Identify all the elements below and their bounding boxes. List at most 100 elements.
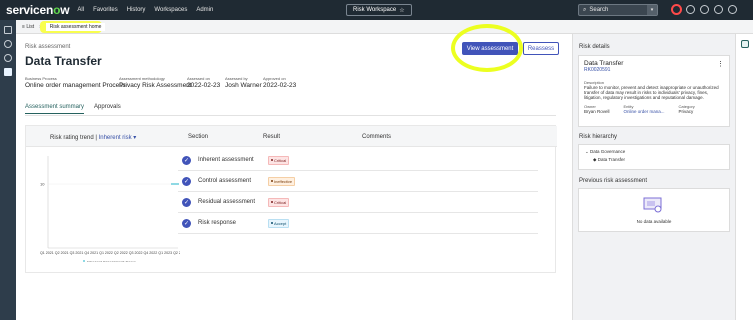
risk-hierarchy-title: Risk hierarchy [579, 134, 618, 140]
result-text: Critical [274, 157, 287, 163]
list-icon[interactable] [4, 68, 12, 76]
section-row[interactable]: ✓ Control assessment Ineffective [178, 171, 538, 192]
hierarchy-root[interactable]: ⌄ Data Governance [585, 149, 723, 155]
owner-value: Bryan Rovell [584, 108, 610, 114]
check-icon: ✓ [182, 155, 191, 165]
no-data-text: No data available [636, 219, 672, 224]
result-text: Accept [274, 220, 287, 226]
workspace-title-button[interactable]: Risk Workspace ☆ [346, 4, 412, 16]
global-search[interactable]: ⌕ Search ▾ [578, 4, 658, 16]
risk-hierarchy-card: ⌄ Data Governance ◆ Data Transfer [578, 144, 730, 170]
meta-label: Approved on [263, 76, 286, 81]
details-panel-icon[interactable] [740, 40, 749, 48]
category-value: Privacy [678, 108, 694, 114]
chart-title: Risk rating trend | Inherent risk ▾ [50, 135, 137, 141]
section-label[interactable]: Control assessment [198, 178, 251, 184]
servicenow-logo[interactable]: servicenow [6, 3, 70, 17]
nav-admin[interactable]: Admin [196, 7, 213, 13]
search-scope-dropdown[interactable]: ▾ [647, 5, 657, 15]
meta-label: Assessed on [187, 76, 210, 81]
nav-workspaces[interactable]: Workspaces [154, 7, 187, 13]
tab-assessment-summary[interactable]: Assessment summary [25, 104, 85, 114]
meta-approved-on: Approved on 2022-02-23 [263, 76, 296, 89]
globe-icon[interactable] [672, 5, 681, 14]
home-icon[interactable] [4, 26, 12, 34]
meta-assessed-by: Assessed by Josh Warner [225, 76, 262, 89]
nav-favorites[interactable]: Favorites [93, 7, 118, 13]
section-label[interactable]: Residual assessment [198, 199, 255, 205]
result-badge: Critical [268, 155, 290, 165]
meta-value: 2022-02-23 [263, 82, 297, 89]
entity-block: Entity Online order mana... [624, 104, 665, 114]
risk-number-link[interactable]: RK0020591 [584, 67, 724, 73]
check-icon: ✓ [182, 218, 191, 228]
owner-block: Owner Bryan Rovell [584, 104, 610, 114]
workspace-tab-bar: ≡ List › Risk assessment home [16, 20, 753, 34]
notifications-icon[interactable] [714, 5, 723, 14]
section-label[interactable]: Inherent assessment [198, 157, 254, 163]
section-label[interactable]: Risk response [198, 220, 236, 226]
previous-assessment-title: Previous risk assessment [579, 178, 648, 184]
panel-header: Risk rating trend | Inherent risk ▾ Sect… [26, 126, 557, 147]
right-sidebar: Risk details Data Transfer RK0020591 ⋮ D… [572, 34, 735, 320]
section-row[interactable]: ✓ Inherent assessment Critical [178, 150, 538, 171]
chart-title-text: Risk rating trend [50, 135, 94, 141]
chat-icon[interactable] [686, 5, 695, 14]
top-navigation-bar: servicenow All Favorites History Workspa… [0, 0, 753, 20]
meta-label: Business Process [25, 76, 57, 81]
nav-all[interactable]: All [77, 7, 84, 13]
entity-link[interactable]: Online order mana... [624, 109, 665, 114]
clock-icon[interactable] [4, 54, 12, 62]
star-icon[interactable]: ☆ [399, 7, 404, 14]
header-icons [672, 5, 737, 14]
x-tick-labels: Q1 2021 Q2 2021 Q3 2021 Q4 2021 Q1 2022 … [40, 251, 180, 255]
sections-list: ✓ Inherent assessment Critical ✓ Control ass… [178, 150, 538, 234]
result-text: Critical [274, 199, 287, 205]
meta-label: Assessment methodology [119, 76, 165, 81]
risk-trend-chart: 10 Q1 2021 Q2 2021 Q3 2021 Q4 2021 Q1 202… [40, 156, 180, 262]
result-badge: Ineffective [268, 176, 296, 186]
hierarchy-child[interactable]: ◆ Data Transfer [593, 157, 723, 163]
yellow-circle-annotation [451, 24, 523, 72]
tab-approvals[interactable]: Approvals [94, 104, 121, 114]
tab-divider [25, 115, 556, 116]
check-icon: ✓ [182, 197, 191, 207]
meta-value: Josh Warner [225, 82, 262, 89]
column-result: Result [263, 134, 281, 140]
section-row[interactable]: ✓ Risk response Accept [178, 213, 538, 234]
assessment-summary-panel: Risk rating trend | Inherent risk ▾ Sect… [25, 125, 557, 273]
more-options-icon[interactable]: ⋮ [717, 60, 724, 68]
meta-value: Online order management Process [25, 82, 126, 89]
right-rail [735, 34, 753, 320]
column-comments: Comments [362, 134, 392, 140]
help-icon[interactable] [700, 5, 709, 14]
search-icon: ⌕ [583, 6, 587, 13]
user-avatar[interactable] [728, 5, 737, 14]
risk-card-title: Data Transfer [584, 60, 624, 67]
meta-value: Privacy Risk Assessment [119, 82, 192, 89]
category-block: Category Privacy [679, 104, 695, 114]
search-input[interactable]: Search [589, 7, 608, 13]
nav-history[interactable]: History [127, 7, 146, 13]
main-content: Risk assessment Data Transfer View asses… [16, 24, 572, 320]
section-row[interactable]: ✓ Residual assessment Critical [178, 192, 538, 213]
breadcrumb[interactable]: Risk assessment [25, 44, 70, 50]
risk-meta-row: Owner Bryan Rovell Entity Online order man… [584, 104, 724, 114]
description-text: Failure to monitor, prevent and detect i… [584, 85, 719, 101]
meta-label: Assessed by [225, 76, 248, 81]
tab-list-label: List [26, 23, 35, 30]
risk-type-value: Inherent risk [98, 135, 132, 141]
tab-risk-assessment-home[interactable]: Risk assessment home [45, 22, 106, 31]
reassess-button[interactable]: Reassess [523, 42, 559, 55]
check-icon: ✓ [182, 176, 191, 186]
risk-type-dropdown[interactable]: Inherent risk ▾ [99, 135, 137, 141]
meta-business-process: Business Process Online order management… [25, 76, 126, 89]
content-tabs: Assessment summary Approvals [25, 104, 121, 114]
hierarchy-root-label: Data Governance [590, 149, 626, 154]
result-text: Ineffective [274, 178, 293, 184]
risk-details-title: Risk details [579, 44, 610, 50]
main-nav: All Favorites History Workspaces Admin [77, 7, 222, 13]
tab-list[interactable]: ≡ List [22, 24, 34, 30]
check-circle-icon[interactable] [4, 40, 12, 48]
left-rail [0, 20, 16, 320]
